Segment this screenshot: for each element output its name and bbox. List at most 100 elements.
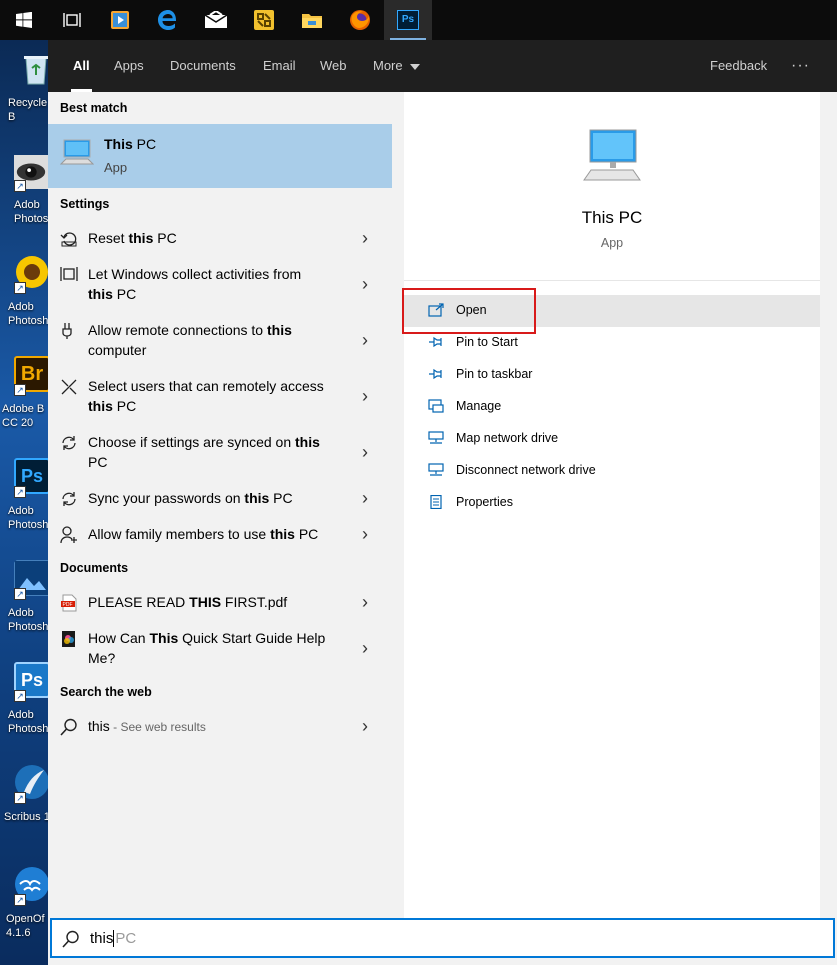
settings-item-activity[interactable]: Let Windows collect activities from this … <box>48 264 392 312</box>
action-label: Open <box>456 303 487 317</box>
action-label: Disconnect network drive <box>456 463 596 477</box>
chevron-right-icon: › <box>362 330 368 350</box>
settings-item-sync-passwords[interactable]: Sync your passwords on this PC › <box>48 488 392 516</box>
desktop-icon-recycle-bin[interactable]: Recycle B <box>0 44 48 140</box>
settings-item-label: Allow remote connections to this computer <box>88 322 292 358</box>
remote-plug-icon <box>62 323 72 339</box>
best-match-subtitle: App <box>104 160 128 175</box>
tools-button[interactable] <box>240 0 288 40</box>
settings-item-family[interactable]: Allow family members to use this PC › <box>48 524 392 552</box>
settings-item-remote-connections[interactable]: Allow remote connections to this computer… <box>48 320 392 368</box>
search-typed-text: this <box>90 930 114 947</box>
settings-item-label: Let Windows collect activities from this … <box>88 266 302 302</box>
shortcut-arrow-icon: ↗ <box>14 588 26 600</box>
shortcut-arrow-icon: ↗ <box>14 282 26 294</box>
desktop-icon-adobe-bridge[interactable]: Br ↗ Adobe B CC 20 <box>0 350 48 446</box>
search-icon <box>62 930 79 948</box>
tab-all[interactable]: All <box>71 40 92 92</box>
file-explorer-button[interactable] <box>288 0 336 40</box>
best-match-title: This PC <box>104 136 157 152</box>
tab-web[interactable]: Web <box>320 40 347 92</box>
action-label: Properties <box>456 495 513 509</box>
detail-title: This PC <box>581 208 643 227</box>
section-header-best-match: Best match <box>60 101 128 115</box>
best-match-item[interactable]: This PC App <box>48 124 392 188</box>
action-label: Pin to taskbar <box>456 367 533 381</box>
document-item-pdf[interactable]: PDF PLEASE READ THIS FIRST.pdf › <box>48 592 392 620</box>
desktop-icon-photoshop[interactable]: ↗ Adob Photos <box>0 146 48 242</box>
settings-item-sync[interactable]: Choose if settings are synced on this PC … <box>48 432 392 480</box>
chevron-right-icon: › <box>362 228 368 248</box>
action-disconnect-network-drive[interactable]: Disconnect network drive <box>404 455 820 487</box>
photoshop-button[interactable]: Ps <box>384 0 432 40</box>
desktop-icon-openoffice[interactable]: ↗ OpenOf 4.1.6 <box>0 860 48 956</box>
task-view-icon <box>63 13 81 27</box>
action-label: Manage <box>456 399 502 413</box>
firefox-button[interactable] <box>336 0 384 40</box>
tools-icon <box>254 10 274 30</box>
settings-item-reset[interactable]: Reset this PC › <box>48 228 392 256</box>
web-result-label: this - See web results <box>88 718 206 734</box>
tab-documents[interactable]: Documents <box>170 40 236 92</box>
firefox-icon <box>350 10 370 30</box>
desktop-icon-photoshop-4[interactable]: ↗ Adob Photosh <box>0 554 48 650</box>
action-label: Map network drive <box>456 431 559 445</box>
photoshop-icon: Ps <box>397 10 419 30</box>
action-pin-to-taskbar[interactable]: Pin to taskbar <box>404 359 820 391</box>
tab-apps[interactable]: Apps <box>114 40 144 92</box>
desktop-icon-label: OpenOf 4.1.6 <box>6 913 45 939</box>
desktop-icon-label: Adob Photosh <box>8 607 48 633</box>
edge-button[interactable] <box>144 0 192 40</box>
mail-button[interactable] <box>192 0 240 40</box>
tab-email[interactable]: Email <box>263 40 296 92</box>
search-autocomplete-suggestion: PC <box>113 930 137 947</box>
settings-item-label: Allow family members to use this PC <box>88 526 319 542</box>
document-item-label: How Can This Quick Start Guide Help Me? <box>88 630 326 666</box>
results-list: Best match This PC App Settings Reset th… <box>48 92 392 912</box>
desktop-icon-photoshop-3[interactable]: Ps ↗ Adob Photosh <box>0 452 48 548</box>
desktop-icon-label: Adob Photos <box>14 199 48 225</box>
divider <box>404 280 820 281</box>
pin-icon <box>429 336 442 348</box>
desktop-icon-label: Adob Photosh <box>8 505 48 531</box>
desktop-icon-label: Adobe B CC 20 <box>2 403 45 429</box>
web-result-item[interactable]: this - See web results › <box>48 716 392 744</box>
action-manage[interactable]: Manage <box>404 391 820 423</box>
chevron-right-icon: › <box>362 524 368 544</box>
search-panel: All Apps Documents Email Web More Feedba… <box>48 40 837 965</box>
add-person-icon <box>60 526 77 544</box>
media-player-button[interactable] <box>96 0 144 40</box>
document-item-guide[interactable]: How Can This Quick Start Guide Help Me? › <box>48 628 392 676</box>
action-properties[interactable]: Properties <box>404 487 820 519</box>
section-header-settings: Settings <box>60 197 110 211</box>
timeline-icon <box>60 267 78 281</box>
search-input[interactable]: this PC <box>50 918 835 958</box>
taskbar: Ps <box>0 0 837 40</box>
open-icon <box>428 303 444 317</box>
tab-more[interactable]: More <box>373 40 421 92</box>
chevron-right-icon: › <box>362 592 368 612</box>
shortcut-arrow-icon: ↗ <box>14 894 26 906</box>
action-label: Pin to Start <box>456 335 518 349</box>
document-item-label: PLEASE READ THIS FIRST.pdf <box>88 594 288 610</box>
action-pin-to-start[interactable]: Pin to Start <box>404 327 820 359</box>
start-button[interactable] <box>0 0 48 40</box>
chevron-right-icon: › <box>362 442 368 462</box>
guide-document-icon <box>62 631 75 647</box>
pin-icon <box>429 368 442 380</box>
tab-more-label: More <box>373 58 403 73</box>
action-open[interactable]: Open <box>402 288 820 334</box>
detail-pane: This PC App Open Pin to Start Pin to tas… <box>402 92 820 918</box>
desktop-icon-scribus[interactable]: ↗ Scribus 1 <box>0 758 48 854</box>
desktop-icon-photoshop-5[interactable]: Ps ↗ Adob Photosh <box>0 656 48 752</box>
desktop-icon-photoshop-2[interactable]: ↗ Adob Photosh <box>0 248 48 344</box>
settings-item-remote-users[interactable]: Select users that can remotely access thi… <box>48 376 392 424</box>
more-options-button[interactable]: ··· <box>791 40 810 92</box>
action-map-network-drive[interactable]: Map network drive <box>404 423 820 455</box>
caret-down-icon <box>410 63 421 70</box>
settings-item-label: Select users that can remotely access thi… <box>88 378 324 414</box>
feedback-link[interactable]: Feedback <box>710 40 767 92</box>
computer-icon <box>60 139 94 165</box>
filter-bar: All Apps Documents Email Web More Feedba… <box>48 40 837 92</box>
task-view-button[interactable] <box>48 0 96 40</box>
